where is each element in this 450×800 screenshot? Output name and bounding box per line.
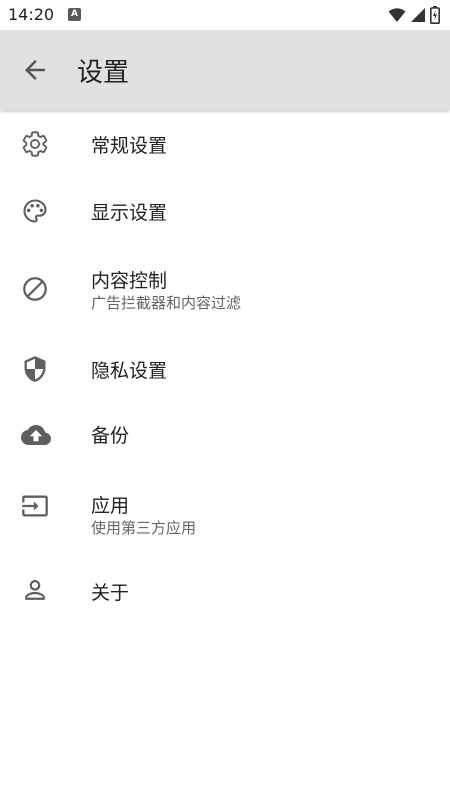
input-icon: [21, 492, 49, 520]
settings-item-title: 显示设置: [91, 202, 168, 224]
status-time: 14:20: [8, 5, 55, 24]
settings-item-title: 应用: [91, 495, 130, 517]
settings-item-title: 隐私设置: [91, 360, 168, 382]
settings-item-subtitle: 广告拦截器和内容过滤: [91, 294, 242, 312]
page-title: 设置: [77, 58, 130, 88]
block-icon: [21, 275, 49, 303]
signal-icon: [410, 7, 426, 23]
settings-item-display[interactable]: 显示设置: [0, 177, 450, 244]
notification-icon: A: [68, 8, 81, 21]
settings-item-backup[interactable]: 备份: [0, 401, 450, 468]
back-button[interactable]: [20, 55, 50, 85]
person-icon: [21, 576, 49, 604]
settings-item-title: 内容控制: [91, 270, 168, 292]
status-bar: 14:20 A: [0, 0, 450, 30]
settings-item-title: 关于: [91, 582, 130, 604]
settings-item-apps[interactable]: 应用 使用第三方应用: [0, 468, 450, 558]
gear-icon: [21, 130, 49, 158]
wifi-icon: [388, 7, 406, 23]
settings-item-subtitle: 使用第三方应用: [91, 519, 197, 537]
app-bar: 设置: [0, 30, 450, 110]
settings-item-title: 常规设置: [91, 135, 168, 157]
status-icons: [388, 6, 440, 24]
settings-item-privacy[interactable]: 隐私设置: [0, 334, 450, 401]
settings-item-general[interactable]: 常规设置: [0, 110, 450, 177]
settings-list: 常规设置 显示设置 内容控制 广告拦截器和内容过滤 隐私设置 备份 应用 使用第…: [0, 110, 450, 625]
settings-item-about[interactable]: 关于: [0, 558, 450, 625]
cloud-upload-icon: [21, 420, 51, 448]
palette-icon: [21, 197, 49, 225]
settings-item-title: 备份: [91, 425, 130, 447]
battery-icon: [430, 6, 440, 24]
arrow-left-icon: [25, 60, 45, 80]
shield-icon: [21, 355, 49, 383]
settings-item-content-control[interactable]: 内容控制 广告拦截器和内容过滤: [0, 244, 450, 334]
